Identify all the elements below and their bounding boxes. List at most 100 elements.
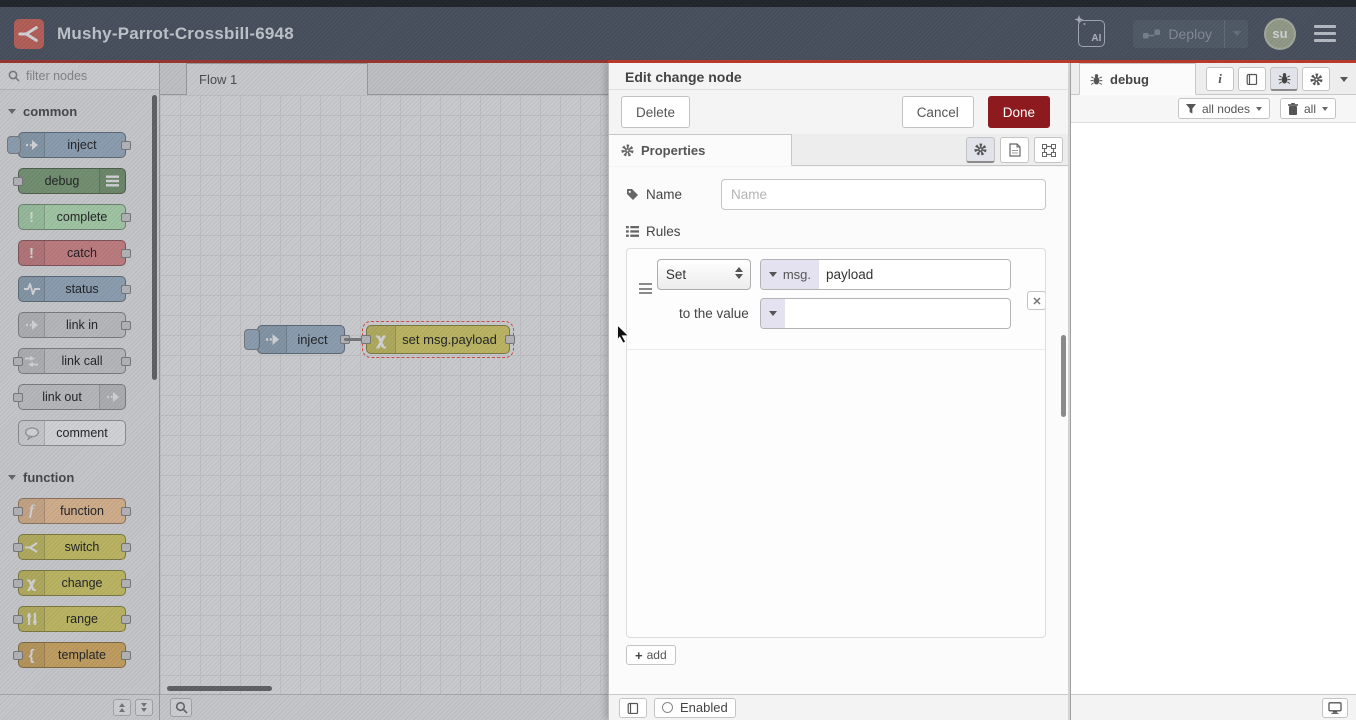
header-bar: Mushy-Parrot-Crossbill-6948 AI Deploy: [0, 0, 1356, 60]
list-icon: [626, 226, 639, 237]
search-flows-button[interactable]: [170, 698, 192, 717]
deploy-options-button[interactable]: [1224, 20, 1248, 48]
open-debug-window-button[interactable]: [1322, 698, 1348, 718]
name-input[interactable]: [721, 179, 1046, 210]
to-value-label: to the value: [657, 306, 751, 321]
input-port[interactable]: [13, 357, 23, 366]
output-port[interactable]: [121, 543, 131, 552]
debug-tab-button[interactable]: [1270, 67, 1298, 91]
palette-search[interactable]: [0, 63, 159, 90]
rules-container: Set msg. t: [626, 248, 1046, 638]
enabled-state-icon: [662, 702, 673, 713]
help-tab-button[interactable]: [1238, 67, 1266, 91]
deploy-label: Deploy: [1168, 26, 1212, 42]
palette-search-input[interactable]: [26, 69, 136, 83]
node-palette: common inject debug ! complete ! catch s…: [0, 63, 160, 720]
comment-icon: [19, 421, 45, 445]
node-help-button[interactable]: [619, 698, 647, 718]
output-port[interactable]: [121, 321, 131, 330]
palette-node-catch[interactable]: ! catch: [18, 240, 126, 266]
palette-node-range[interactable]: range: [18, 606, 126, 632]
input-port[interactable]: [13, 543, 23, 552]
flow-node-change-selected[interactable]: χ set msg.payload: [366, 325, 510, 354]
tab-description-button[interactable]: [1000, 137, 1029, 163]
property-type-button[interactable]: msg.: [761, 260, 819, 289]
rule-item[interactable]: Set msg. t: [627, 249, 1045, 350]
delete-button[interactable]: Delete: [621, 96, 690, 128]
bug-icon: [1278, 72, 1291, 85]
node-label: inject: [287, 326, 338, 353]
input-port[interactable]: [13, 651, 23, 660]
drag-handle-icon[interactable]: [635, 259, 657, 337]
palette-node-complete[interactable]: ! complete: [18, 204, 126, 230]
canvas-footer: [160, 694, 608, 720]
property-input[interactable]: [819, 260, 1010, 289]
done-button[interactable]: Done: [988, 96, 1050, 128]
value-type-button[interactable]: [761, 299, 785, 328]
palette-node-status[interactable]: status: [18, 276, 126, 302]
user-avatar[interactable]: su: [1264, 18, 1296, 50]
palette-node-change[interactable]: χ change: [18, 570, 126, 596]
tab-properties[interactable]: Properties: [609, 134, 792, 166]
filter-nodes-dropdown[interactable]: all nodes: [1178, 98, 1270, 119]
info-tab-button[interactable]: i: [1206, 67, 1234, 91]
node-enabled-toggle[interactable]: Enabled: [654, 698, 736, 718]
palette-scrollbar[interactable]: [152, 95, 157, 380]
palette-section: common inject debug ! complete ! catch s…: [0, 90, 159, 446]
tray-scrollbar[interactable]: [1061, 335, 1066, 417]
palette-node-template[interactable]: { template: [18, 642, 126, 668]
palette-node-link-out[interactable]: link out: [18, 384, 126, 410]
output-port[interactable]: [121, 357, 131, 366]
output-port[interactable]: [121, 651, 131, 660]
palette-node-debug[interactable]: debug: [18, 168, 126, 194]
delete-rule-button[interactable]: [1027, 291, 1046, 310]
canvas-horizontal-scrollbar[interactable]: [167, 686, 272, 691]
tab-properties-icon-button[interactable]: [966, 137, 995, 163]
palette-category-function[interactable]: function: [0, 456, 159, 494]
tab-flow-1[interactable]: Flow 1: [186, 63, 368, 95]
add-rule-button[interactable]: + add: [626, 645, 676, 665]
output-port[interactable]: [505, 335, 515, 344]
config-tab-button[interactable]: [1302, 67, 1330, 91]
palette-category-common[interactable]: common: [0, 90, 159, 128]
name-row: Name: [626, 179, 1046, 210]
palette-node-function[interactable]: f function: [18, 498, 126, 524]
tab-debug[interactable]: debug: [1079, 63, 1196, 95]
input-port[interactable]: [13, 393, 23, 402]
ai-assistant-button[interactable]: AI: [1078, 20, 1105, 47]
deploy-button[interactable]: Deploy: [1133, 20, 1248, 48]
input-port[interactable]: [13, 615, 23, 624]
input-port[interactable]: [13, 177, 23, 186]
cancel-button[interactable]: Cancel: [902, 96, 974, 128]
rule-action-select[interactable]: Set: [657, 259, 751, 290]
palette-node-link-call[interactable]: link call: [18, 348, 126, 374]
palette-node-inject[interactable]: inject: [18, 132, 126, 158]
output-port[interactable]: [121, 507, 131, 516]
palette-node-switch[interactable]: switch: [18, 534, 126, 560]
palette-node-link-in[interactable]: link in: [18, 312, 126, 338]
complete-icon: !: [19, 205, 45, 229]
flow-node-inject[interactable]: inject: [257, 325, 345, 354]
node-button[interactable]: [7, 136, 21, 154]
expand-all-button[interactable]: [135, 699, 153, 716]
output-port[interactable]: [121, 213, 131, 222]
palette-node-comment[interactable]: comment: [18, 420, 126, 446]
output-port[interactable]: [121, 579, 131, 588]
output-port[interactable]: [121, 249, 131, 258]
debug-filter-bar: all nodes all: [1071, 95, 1356, 123]
input-port[interactable]: [361, 335, 371, 344]
output-port[interactable]: [121, 285, 131, 294]
tab-appearance-button[interactable]: [1034, 137, 1063, 163]
output-port[interactable]: [121, 615, 131, 624]
input-port[interactable]: [13, 507, 23, 516]
palette-sections: common inject debug ! complete ! catch s…: [0, 90, 159, 668]
main-menu-button[interactable]: [1312, 21, 1338, 46]
clear-debug-dropdown[interactable]: all: [1280, 98, 1336, 119]
tray-toolbar: Delete Cancel Done: [609, 90, 1068, 134]
collapse-all-button[interactable]: [113, 699, 131, 716]
value-input[interactable]: [785, 299, 1010, 328]
more-tabs-button[interactable]: [1340, 77, 1348, 82]
output-port[interactable]: [121, 141, 131, 150]
workspace-grid[interactable]: inject χ set msg.payload: [160, 95, 608, 694]
input-port[interactable]: [13, 579, 23, 588]
